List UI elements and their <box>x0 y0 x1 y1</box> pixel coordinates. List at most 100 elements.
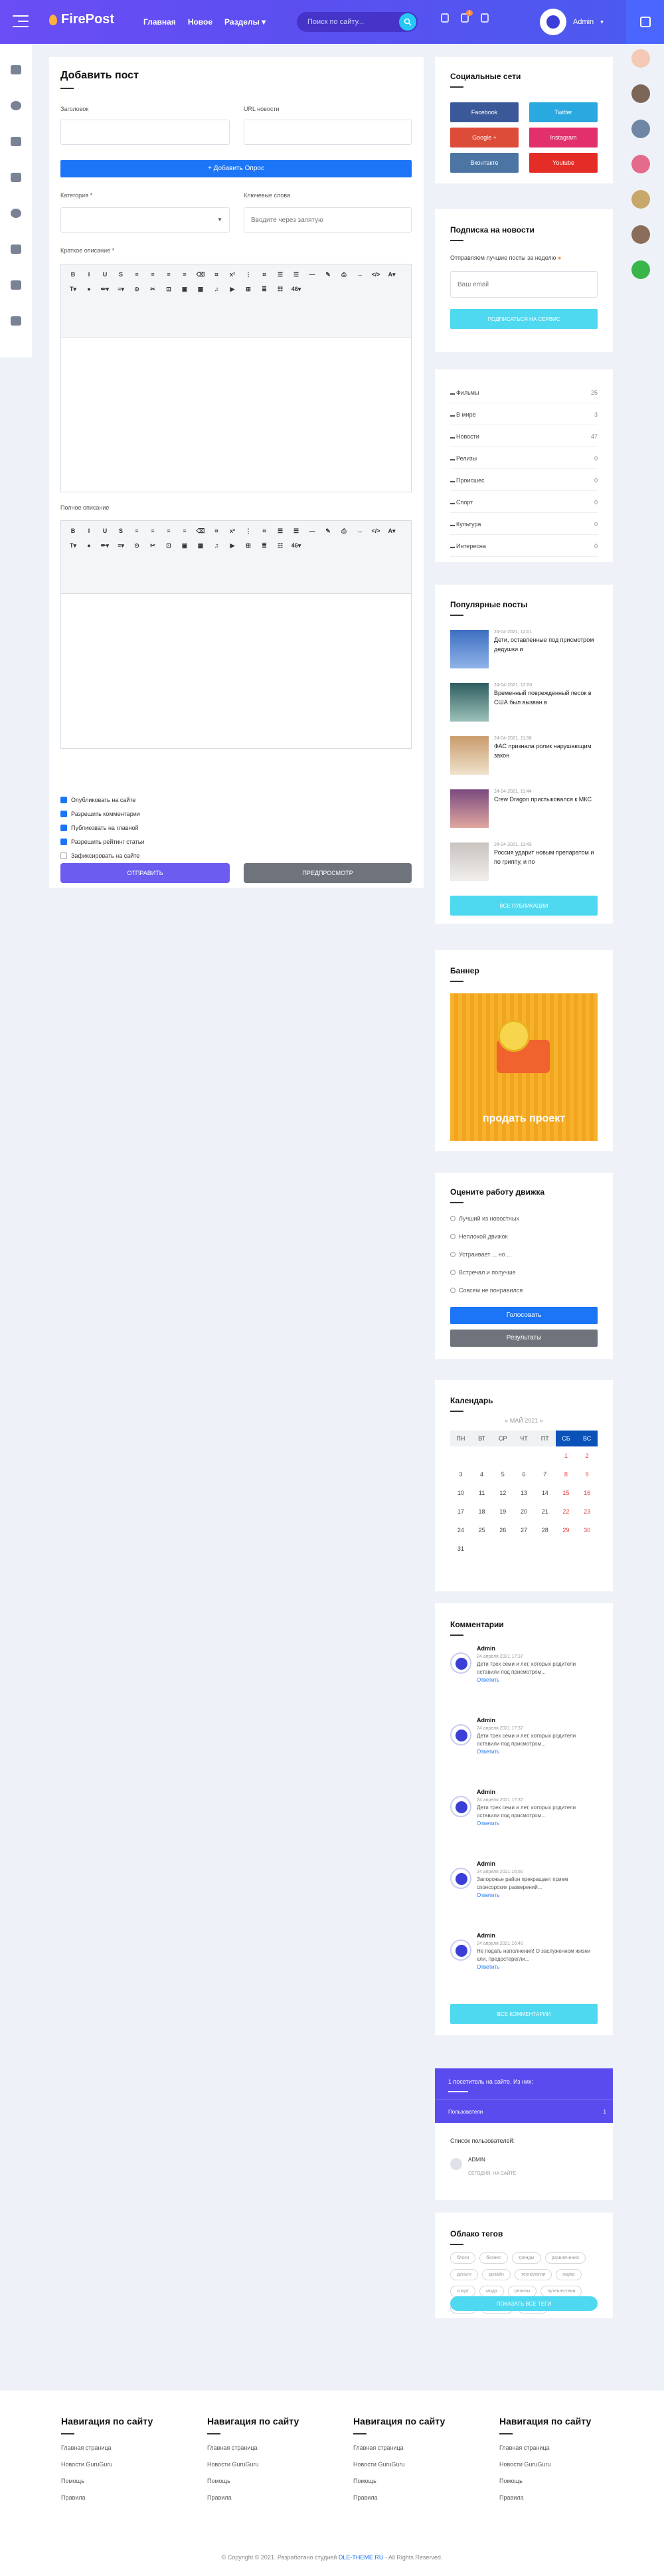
toolbar-button[interactable]: 46▾ <box>288 282 304 296</box>
calendar-day[interactable]: 15 <box>556 1484 577 1502</box>
toolbar-button[interactable]: ≡ <box>177 524 193 538</box>
comment-author[interactable]: Admin <box>477 1860 495 1867</box>
submit-button[interactable]: ОТПРАВИТЬ <box>60 863 230 883</box>
tag-item[interactable]: деньги <box>450 2269 478 2280</box>
panel-toggle-button[interactable] <box>626 0 664 44</box>
toolbar-button[interactable]: ⊙ <box>129 282 145 296</box>
toolbar-button[interactable]: I <box>81 267 97 282</box>
post-title[interactable]: Временный поврежденный песок в США был в… <box>494 689 598 707</box>
footer-link[interactable]: Правила <box>353 2494 445 2501</box>
toolbar-button[interactable]: ⊡ <box>161 282 177 296</box>
option-checkbox[interactable]: Разрешить рейтинг статьи <box>60 839 144 845</box>
calendar-day[interactable]: 13 <box>513 1484 535 1502</box>
comment-avatar[interactable] <box>450 1868 471 1889</box>
toolbar-button[interactable]: ● <box>81 282 97 296</box>
toolbar-button[interactable]: ✂ <box>145 282 161 296</box>
comment-author[interactable]: Admin <box>477 1645 495 1652</box>
vote-button[interactable]: Голосовать <box>450 1307 598 1324</box>
post-thumbnail[interactable] <box>450 630 489 668</box>
nav-sections[interactable]: Разделы ▾ <box>224 17 266 27</box>
toolbar-button[interactable]: ▦ <box>193 282 208 296</box>
calendar-day[interactable]: 2 <box>576 1446 598 1465</box>
toolbar-button[interactable]: ✂ <box>145 538 161 553</box>
toolbar-button[interactable]: ≡ <box>129 267 145 282</box>
toolbar-button[interactable]: S <box>113 524 129 538</box>
footer-link[interactable]: Новости GuruGuru <box>61 2461 153 2468</box>
calendar-day[interactable]: 17 <box>450 1502 471 1521</box>
toolbar-button[interactable]: ⊡ <box>161 538 177 553</box>
footer-link[interactable]: Помощь <box>499 2478 591 2484</box>
comment-author[interactable]: Admin <box>477 1789 495 1795</box>
cart-icon[interactable] <box>11 316 21 326</box>
toolbar-button[interactable]: ✎ <box>320 267 336 282</box>
toolbar-button[interactable]: — <box>304 524 320 538</box>
site-logo[interactable]: FirePost <box>49 12 114 27</box>
calendar-day[interactable]: 16 <box>576 1484 598 1502</box>
search-button[interactable] <box>399 13 416 31</box>
short-description-textarea[interactable] <box>61 338 411 492</box>
social-button-facebook[interactable]: Facebook <box>450 102 519 122</box>
calendar-day[interactable]: 19 <box>492 1502 513 1521</box>
avatar[interactable] <box>631 120 650 138</box>
footer-link[interactable]: Главная страница <box>61 2444 153 2451</box>
toolbar-button[interactable]: T▾ <box>65 282 81 296</box>
tag-item[interactable]: путешествия <box>540 2286 582 2297</box>
calendar-day[interactable]: 29 <box>556 1521 577 1539</box>
post-title[interactable]: ФАС признала ролик нарушающим закон <box>494 742 598 760</box>
toolbar-button[interactable]: ↔ <box>352 524 368 538</box>
toolbar-button[interactable]: </> <box>368 267 384 282</box>
calendar-day[interactable]: 18 <box>471 1502 493 1521</box>
toolbar-button[interactable]: A▾ <box>384 524 400 538</box>
tag-item[interactable]: релизы <box>507 2286 537 2297</box>
footer-link[interactable]: Помощь <box>207 2478 299 2484</box>
music-icon[interactable] <box>11 245 21 254</box>
mail-icon[interactable] <box>481 13 489 23</box>
nav-home[interactable]: Главная <box>143 17 176 27</box>
toolbar-button[interactable]: x² <box>224 524 240 538</box>
calendar-day[interactable]: 8 <box>556 1465 577 1484</box>
toolbar-button[interactable]: ⌗ <box>208 267 224 282</box>
tag-item[interactable]: развлечения <box>544 2252 586 2264</box>
calendar-day[interactable]: 5 <box>492 1465 513 1484</box>
calendar-day[interactable]: 22 <box>556 1502 577 1521</box>
toolbar-button[interactable]: ⌗ <box>256 267 272 282</box>
category-item[interactable]: ▬ Происшес 0 <box>450 477 598 491</box>
toolbar-button[interactable]: B <box>65 524 81 538</box>
social-button-вконтакте[interactable]: Вконтакте <box>450 153 519 173</box>
toolbar-button[interactable]: S <box>113 267 129 282</box>
toolbar-button[interactable]: ≡▾ <box>113 538 129 553</box>
notification-icon[interactable] <box>441 13 449 23</box>
toolbar-button[interactable]: ☰ <box>272 524 288 538</box>
toolbar-button[interactable]: ⌫ <box>193 267 208 282</box>
toolbar-button[interactable]: U <box>97 524 113 538</box>
poll-option[interactable]: Лучший из новостных <box>450 1215 519 1222</box>
toolbar-button[interactable]: ✏▾ <box>97 282 113 296</box>
toolbar-button[interactable]: ▦ <box>193 538 208 553</box>
category-item[interactable]: ▬ Фильмы 25 <box>450 389 598 403</box>
people-icon[interactable] <box>11 173 21 182</box>
tag-item[interactable]: мода <box>479 2286 504 2297</box>
avatar[interactable] <box>631 225 650 244</box>
subscribe-button[interactable]: ПОДПИСАТЬСЯ НА СЕРВИС <box>450 309 598 329</box>
play-icon[interactable] <box>11 209 21 218</box>
social-button-twitter[interactable]: Twitter <box>529 102 598 122</box>
post-title[interactable]: Crew Dragon пристыковался к МКС <box>494 795 592 805</box>
toolbar-button[interactable]: ☰ <box>272 267 288 282</box>
toolbar-button[interactable]: </> <box>368 524 384 538</box>
footer-link[interactable]: Главная страница <box>499 2444 591 2451</box>
toolbar-button[interactable]: ≡ <box>145 267 161 282</box>
avatar[interactable] <box>631 260 650 279</box>
toolbar-button[interactable]: I <box>81 524 97 538</box>
calendar-day[interactable]: 31 <box>450 1539 471 1558</box>
calendar-day[interactable]: 10 <box>450 1484 471 1502</box>
banner-image[interactable]: продать проект <box>450 993 598 1141</box>
popular-post[interactable]: 24-04-2021, 11:43 Россия ударит новым пре… <box>450 842 598 881</box>
calendar-day[interactable]: 1 <box>556 1446 577 1465</box>
tag-item[interactable]: блоги <box>450 2252 476 2264</box>
toolbar-button[interactable]: ⊞ <box>240 538 256 553</box>
toolbar-button[interactable]: ▣ <box>177 282 193 296</box>
post-title[interactable]: Дети, оставленные под присмотром дедушки… <box>494 636 598 654</box>
social-button-google[interactable]: Google + <box>450 128 519 148</box>
category-item[interactable]: ▬ Спорт 0 <box>450 499 598 513</box>
users-icon[interactable] <box>11 137 21 146</box>
